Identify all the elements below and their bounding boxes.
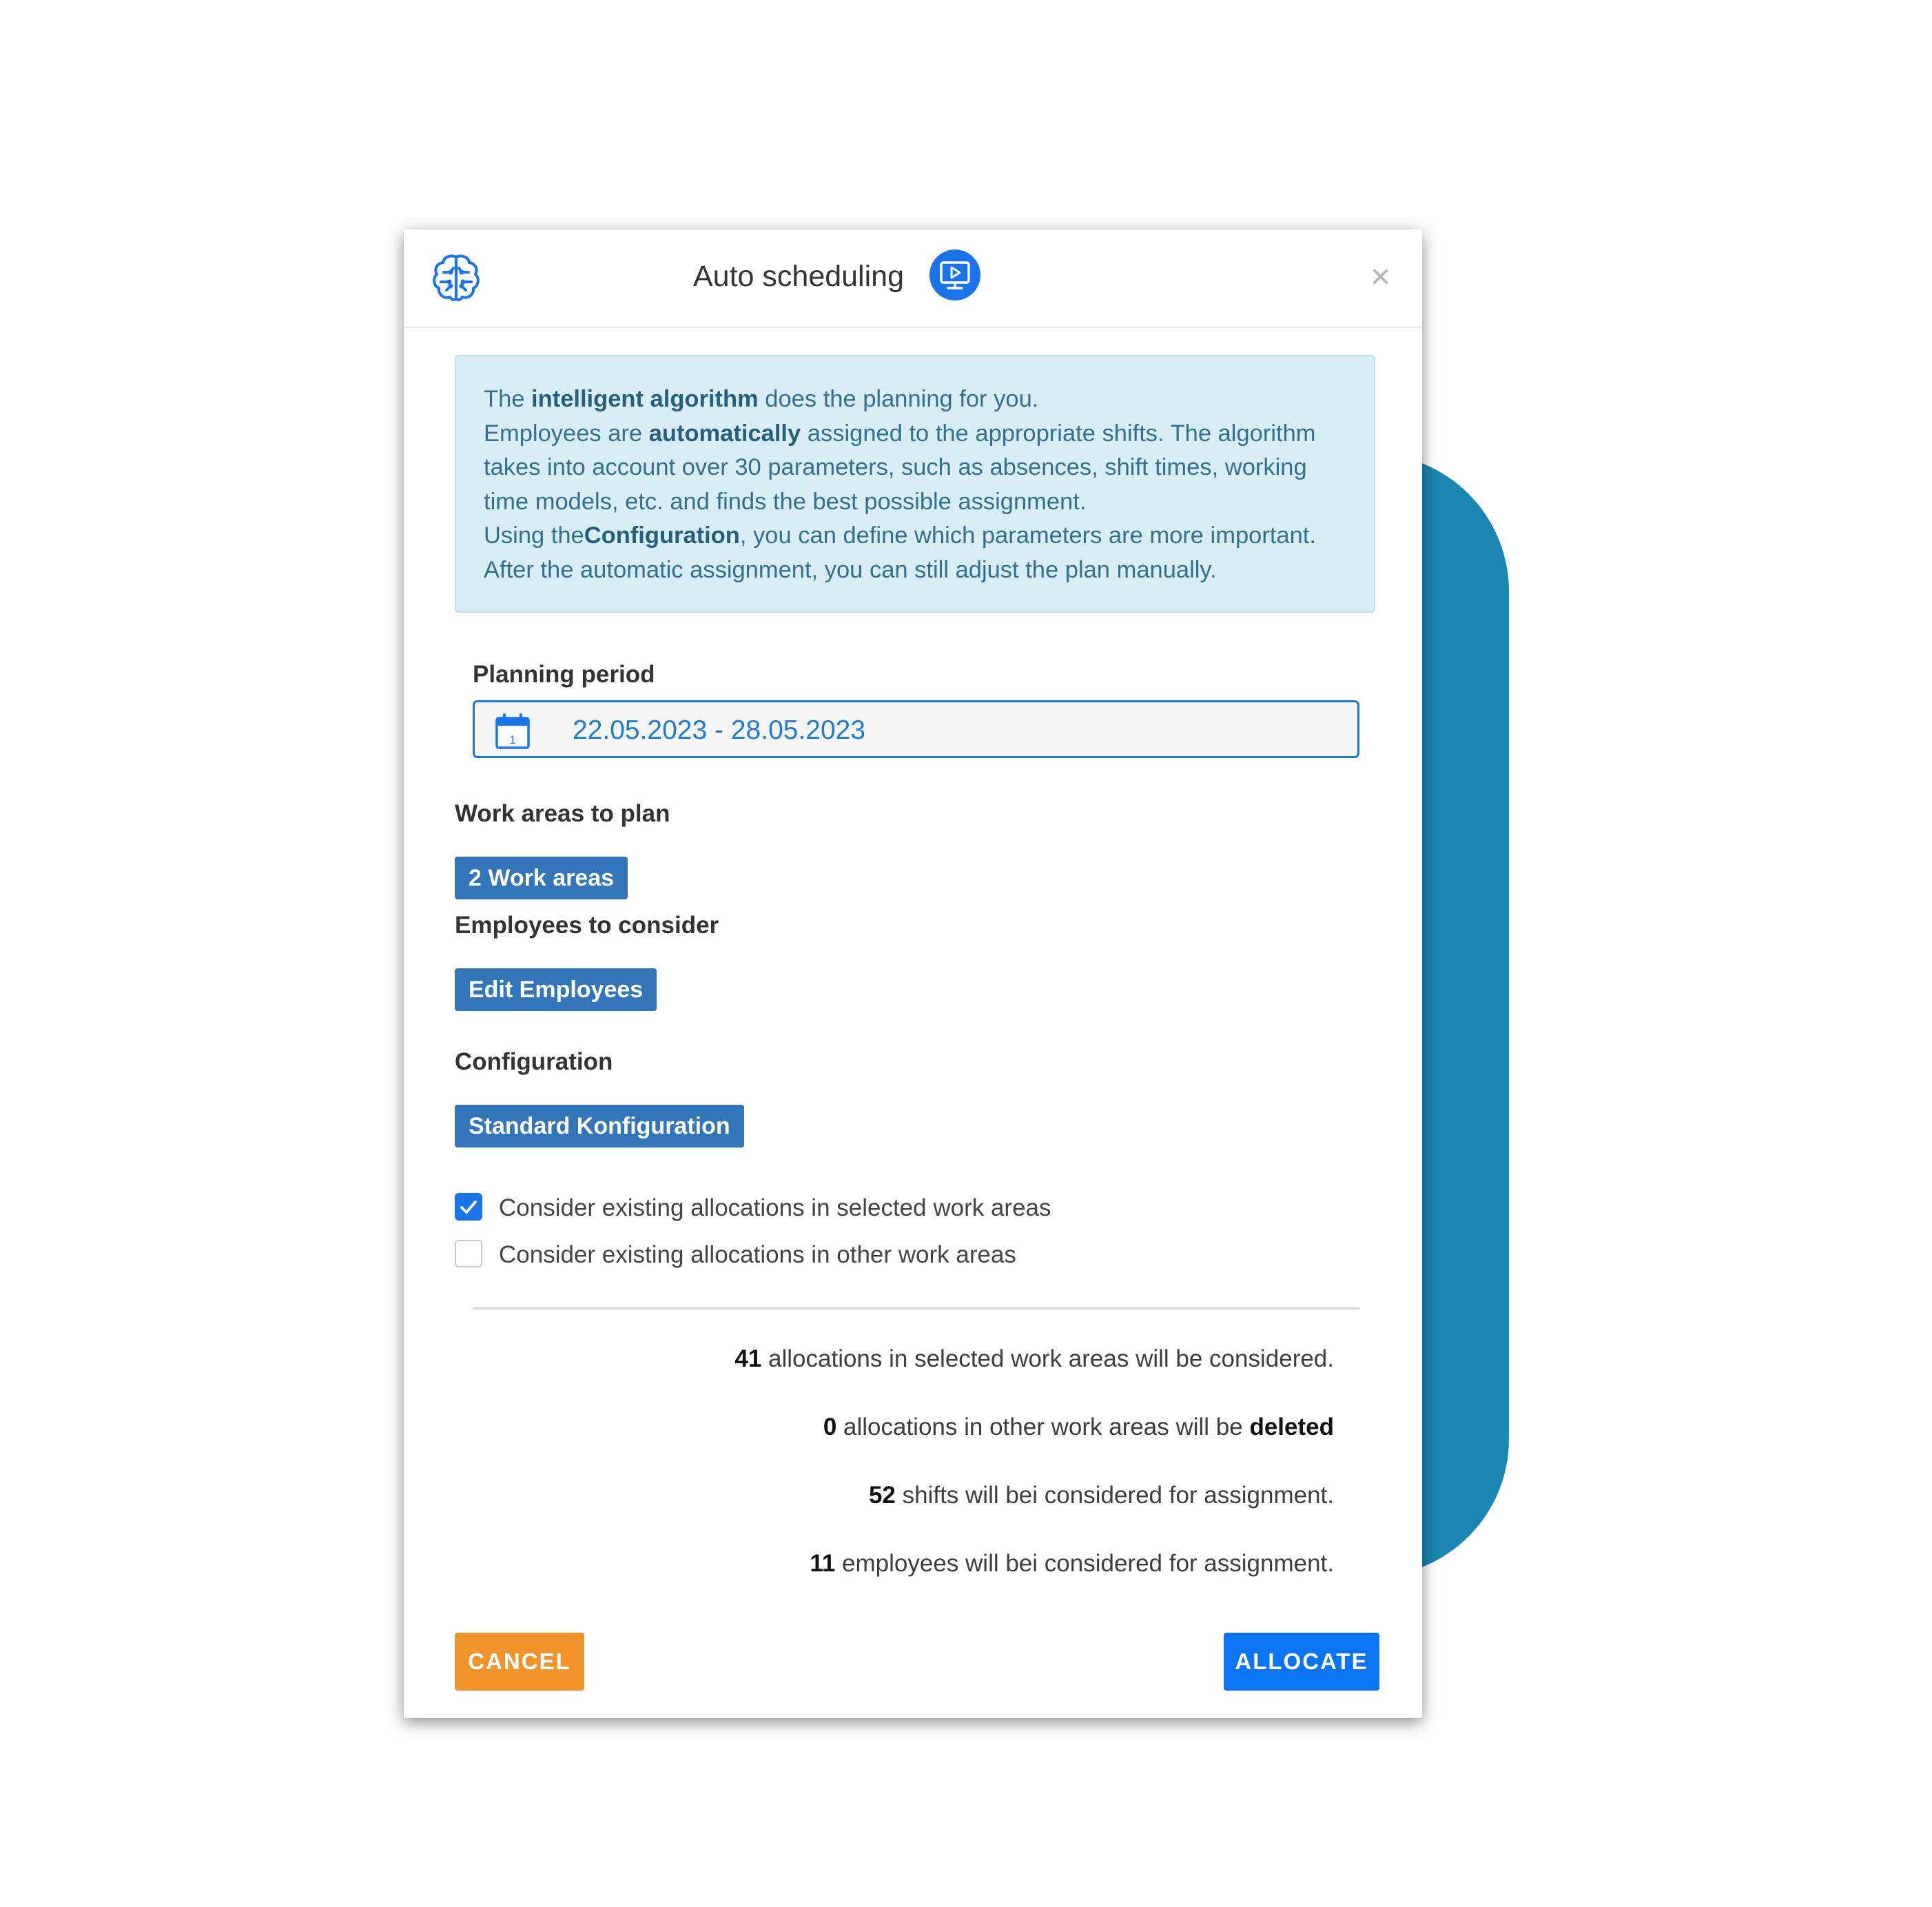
info-alert: The intelligent algorithm does the plann… <box>455 355 1375 613</box>
planning-period-input[interactable]: 1 22.05.2023 - 28.05.2023 <box>473 700 1359 758</box>
allocate-button[interactable]: ALLOCATE <box>1224 1633 1379 1691</box>
edit-employees-button[interactable]: Edit Employees <box>455 968 657 1011</box>
info-line-2: Employees are automatically assigned to … <box>484 420 1316 447</box>
check-icon <box>460 1201 477 1214</box>
info-line-6: After the automatic assignment, you can … <box>484 556 1217 583</box>
info-line-3: takes into account over 30 parameters, s… <box>484 454 1307 480</box>
play-video-icon[interactable] <box>929 249 981 301</box>
summary-line-employees: 11 employees will bei considered for ass… <box>810 1550 1334 1577</box>
work-areas-button[interactable]: 2 Work areas <box>455 857 628 899</box>
summary-line-other: 0 allocations in other work areas will b… <box>823 1414 1334 1440</box>
selected-areas-checkbox-label[interactable]: Consider existing allocations in selecte… <box>499 1194 1051 1222</box>
configuration-label: Configuration <box>455 1048 613 1075</box>
calendar-icon: 1 <box>495 713 530 749</box>
selected-areas-checkbox[interactable] <box>455 1193 482 1221</box>
svg-text:1: 1 <box>509 733 515 746</box>
dialog-header: Auto scheduling × <box>404 230 1422 328</box>
cancel-button[interactable]: CANCEL <box>455 1633 584 1691</box>
other-areas-checkbox[interactable] <box>455 1240 482 1267</box>
info-line-4: time models, etc. and finds the best pos… <box>484 488 1087 515</box>
employees-label: Employees to consider <box>455 912 719 939</box>
planning-period-label: Planning period <box>473 661 655 688</box>
summary-line-selected: 41 allocations in selected work areas wi… <box>734 1345 1334 1372</box>
dialog-title: Auto scheduling <box>693 260 904 293</box>
summary-line-shifts: 52 shifts will bei considered for assign… <box>868 1482 1334 1509</box>
work-areas-label: Work areas to plan <box>455 800 670 827</box>
close-icon[interactable]: × <box>1370 256 1390 297</box>
configuration-button[interactable]: Standard Konfiguration <box>455 1105 744 1148</box>
other-areas-checkbox-label[interactable]: Consider existing allocations in other w… <box>499 1241 1016 1269</box>
divider <box>473 1307 1359 1309</box>
auto-scheduling-dialog: Auto scheduling × The intelligent algori… <box>404 230 1422 1718</box>
brain-icon <box>433 254 480 302</box>
planning-period-value: 22.05.2023 - 28.05.2023 <box>573 715 866 745</box>
info-line-5: Using theConfiguration, you can define w… <box>484 522 1316 549</box>
info-line-1: The intelligent algorithm does the plann… <box>484 386 1039 412</box>
